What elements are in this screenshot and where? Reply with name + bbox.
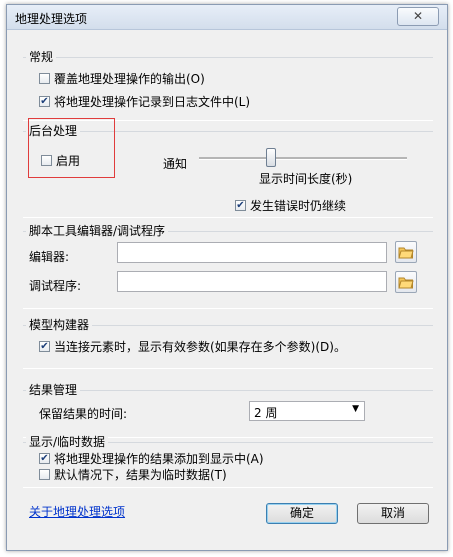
editor-label: 编辑器: <box>29 250 70 264</box>
checkbox-label: 覆盖地理处理操作的输出(O) <box>54 72 205 86</box>
add-to-display-checkbox[interactable]: ✔ 将地理处理操作的结果添加到显示中(A) <box>39 450 264 467</box>
checkbox-box <box>39 469 50 480</box>
ok-button[interactable]: 确定 <box>266 503 338 524</box>
checkmark-icon: ✔ <box>39 95 50 107</box>
title-bar: 地理处理选项 ✕ <box>7 5 447 30</box>
checkbox-label: 当连接元素时，显示有效参数(如果存在多个参数)(D)。 <box>54 340 346 354</box>
keep-results-label: 保留结果的时间: <box>39 407 128 421</box>
debugger-label: 调试程序: <box>29 279 82 293</box>
checkbox-label: 启用 <box>56 154 81 168</box>
about-options-link[interactable]: 关于地理处理选项 <box>29 503 125 520</box>
folder-icon <box>398 277 414 289</box>
model-builder-group-title: 模型构建器 <box>26 316 93 333</box>
script-editor-group-title: 脚本工具编辑器/调试程序 <box>26 222 169 239</box>
show-valid-params-checkbox[interactable]: ✔ 当连接元素时，显示有效参数(如果存在多个参数)(D)。 <box>39 338 346 355</box>
log-to-file-checkbox[interactable]: ✔ 将地理处理操作记录到日志文件中(L) <box>39 93 250 110</box>
notify-label: 通知 <box>163 157 188 171</box>
close-button[interactable]: ✕ <box>397 7 439 26</box>
continue-on-error-checkbox[interactable]: ✔ 发生错误时仍继续 <box>235 197 346 214</box>
cancel-button[interactable]: 取消 <box>357 503 429 524</box>
debugger-input[interactable] <box>117 271 387 292</box>
checkbox-label: 发生错误时仍继续 <box>250 199 347 213</box>
options-dialog: 地理处理选项 ✕ 常规 覆盖地理处理操作的输出(O) ✔ 将地理处理操作记录到日… <box>6 4 448 551</box>
checkbox-box <box>41 155 52 166</box>
checkbox-label: 将地理处理操作记录到日志文件中(L) <box>54 95 251 109</box>
checkbox-box <box>39 73 50 84</box>
dropdown-arrow-icon: ▼ <box>352 404 359 414</box>
checkbox-label: 默认情况下，结果为临时数据(T) <box>54 468 227 482</box>
editor-input[interactable] <box>117 242 387 263</box>
close-icon: ✕ <box>412 9 424 23</box>
notify-slider-track[interactable] <box>199 157 407 160</box>
keep-results-value: 2 周 <box>254 406 278 420</box>
enable-background-checkbox[interactable]: 启用 <box>41 152 80 169</box>
overwrite-output-checkbox[interactable]: 覆盖地理处理操作的输出(O) <box>39 70 205 87</box>
checkmark-icon: ✔ <box>235 199 246 211</box>
temporary-data-checkbox[interactable]: 默认情况下，结果为临时数据(T) <box>39 466 227 483</box>
checkbox-label: 将地理处理操作的结果添加到显示中(A) <box>54 452 264 466</box>
debugger-browse-button[interactable] <box>395 271 417 293</box>
dialog-title: 地理处理选项 <box>15 12 88 26</box>
results-group-title: 结果管理 <box>26 381 81 398</box>
highlight-box <box>28 118 115 178</box>
general-group: 常规 <box>23 48 433 121</box>
notify-slider-thumb[interactable] <box>266 148 276 167</box>
folder-icon <box>398 247 414 259</box>
display-group-title: 显示/临时数据 <box>26 433 109 450</box>
checkmark-icon: ✔ <box>39 340 50 352</box>
checkmark-icon: ✔ <box>39 452 50 464</box>
duration-label: 显示时间长度(秒) <box>259 172 353 186</box>
general-group-title: 常规 <box>26 48 57 65</box>
keep-results-select[interactable]: 2 周 ▼ <box>249 401 365 421</box>
editor-browse-button[interactable] <box>395 241 417 263</box>
